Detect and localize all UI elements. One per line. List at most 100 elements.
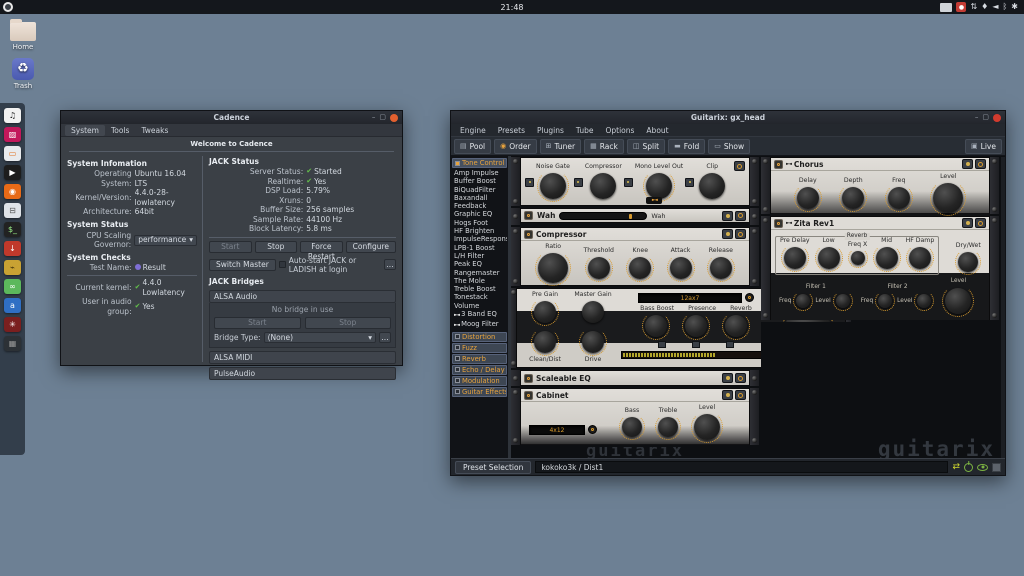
dock-icon-settings[interactable]: ⊟ [4, 203, 21, 218]
current-preset-field[interactable]: kokoko3k / Dist1 [535, 461, 948, 473]
jack-stop-button[interactable]: Stop [255, 241, 298, 253]
bridge-start-button[interactable]: Start [214, 317, 301, 329]
guitarix-titlebar[interactable]: Guitarix: gx_head – ▢ [451, 111, 1005, 124]
dock-icon-guitar-effects[interactable]: ⌁ [4, 260, 21, 275]
scaleable-eq-stereo-button[interactable] [735, 373, 746, 383]
reverb-knob[interactable] [725, 315, 747, 337]
clip-knob[interactable] [699, 173, 725, 199]
compressor-lock-button[interactable] [722, 229, 733, 239]
close-icon[interactable] [993, 114, 1001, 122]
zita-lock-button[interactable] [962, 218, 973, 228]
menu-options[interactable]: Options [599, 126, 640, 135]
autostart-checkbox[interactable] [279, 261, 286, 268]
cabinet-bass-knob[interactable] [622, 417, 642, 437]
autostart-more-button[interactable]: ... [384, 259, 396, 270]
chorus-freq-knob[interactable] [888, 187, 910, 209]
engine-power-icon[interactable] [964, 463, 973, 472]
cabinet-level-knob[interactable] [694, 414, 720, 440]
attack-knob[interactable] [670, 257, 692, 279]
jack-force-restart-button[interactable]: Force Restart [300, 241, 343, 253]
dock-icon-patchbay[interactable]: ∞ [4, 279, 21, 294]
chorus-depth-knob[interactable] [842, 187, 864, 209]
dock-icon-audio-app[interactable]: a [4, 298, 21, 313]
plugin-category-distortion[interactable]: Distortion [452, 332, 507, 342]
zita-dry-wet-knob[interactable] [958, 252, 978, 272]
pre-gain-knob[interactable] [534, 301, 556, 323]
clean-dist-knob[interactable] [534, 331, 556, 353]
menu-tools[interactable]: Tools [105, 125, 135, 136]
dock-icon-media-player[interactable]: ▶ [4, 165, 21, 180]
compressor-stereo-button[interactable] [735, 229, 746, 239]
menu-plugins[interactable]: Plugins [531, 126, 570, 135]
bridge-more-button[interactable]: ... [379, 332, 391, 343]
jack-start-button[interactable]: Start [209, 241, 252, 253]
minimize-icon[interactable]: – [372, 113, 376, 122]
show-rack-icon[interactable] [977, 464, 988, 471]
cabinet-treble-knob[interactable] [658, 417, 678, 437]
plugin-category-reverb[interactable]: Reverb [452, 354, 507, 364]
pool-button[interactable]: ▤Pool [454, 139, 491, 154]
compressor-power-icon[interactable] [524, 230, 533, 239]
tube-select-knob[interactable] [745, 293, 754, 302]
dock-icon-files[interactable]: ▭ [4, 146, 21, 161]
filter1-level-knob[interactable] [836, 294, 850, 308]
dock-icon-molecule-app[interactable]: ✳ [4, 317, 21, 332]
presence-knob[interactable] [685, 315, 707, 337]
zita-stereo-button[interactable] [975, 218, 986, 228]
dock-icon-music[interactable]: ♫ [4, 108, 21, 123]
cadence-titlebar[interactable]: Cadence – ▢ [61, 111, 402, 124]
drive-knob[interactable] [582, 331, 604, 353]
plugin-item[interactable]: BiQuadFilter [452, 186, 507, 194]
rack-button[interactable]: ▦Rack [584, 139, 624, 154]
dock-icon-photos[interactable]: ▨ [4, 127, 21, 142]
plugin-item[interactable]: Treble Boost [452, 285, 507, 293]
scaleable-eq-power-icon[interactable] [524, 374, 533, 383]
filter1-freq-knob[interactable] [796, 294, 810, 308]
zita-pre-delay-knob[interactable] [784, 247, 806, 269]
panel-clock[interactable]: 21:48 [0, 3, 1024, 12]
show-button[interactable]: ▭Show [708, 139, 750, 154]
cabinet-lock-button[interactable] [722, 390, 733, 400]
plugin-category-guitar-effects[interactable]: Guitar Effects [452, 387, 507, 397]
compressor-toggle[interactable] [574, 178, 583, 187]
plugin-item[interactable]: Buffer Boost [452, 177, 507, 185]
plugin-item[interactable]: Volume [452, 302, 507, 310]
close-icon[interactable] [390, 114, 398, 122]
plugin-item[interactable]: Baxandall [452, 194, 507, 202]
menu-tweaks[interactable]: Tweaks [135, 125, 174, 136]
plugin-item[interactable]: LPB-1 Boost [452, 244, 507, 252]
threshold-knob[interactable] [588, 257, 610, 279]
preset-selection-button[interactable]: Preset Selection [455, 461, 531, 474]
cabinet-power-icon[interactable] [524, 391, 533, 400]
chorus-power-icon[interactable] [774, 160, 783, 169]
zita-freq-x-knob[interactable] [851, 251, 865, 265]
menu-system[interactable]: System [65, 125, 105, 136]
dock-icon-amp[interactable]: ▦ [4, 336, 21, 351]
filter2-level-knob[interactable] [917, 294, 931, 308]
minimize-icon[interactable]: – [975, 113, 979, 122]
wah-slider[interactable] [559, 212, 647, 220]
chorus-lock-button[interactable] [962, 159, 973, 169]
desktop-icon-home[interactable]: Home [1, 22, 45, 51]
bass-boost-knob[interactable] [645, 315, 667, 337]
input-stereo-button[interactable] [734, 161, 745, 171]
plugin-item[interactable]: ImpulseResponse [452, 235, 507, 243]
chorus-delay-knob[interactable] [797, 187, 819, 209]
desktop-icon-trash[interactable]: ♻ Trash [1, 58, 45, 90]
filter2-freq-knob[interactable] [878, 294, 892, 308]
tuner-button[interactable]: ⊞Tuner [540, 139, 582, 154]
governor-select[interactable]: performance▾ [134, 235, 197, 246]
chorus-stereo-button[interactable] [975, 159, 986, 169]
split-button[interactable]: ◫Split [627, 139, 665, 154]
plugin-category-modulation[interactable]: Modulation [452, 376, 507, 386]
cabinet-select-knob[interactable] [588, 425, 597, 434]
plugin-item[interactable]: Graphic EQ [452, 210, 507, 218]
plugin-item[interactable]: Peak EQ [452, 260, 507, 268]
order-button[interactable]: ◉Order [494, 139, 536, 154]
scaleable-eq-lock-button[interactable] [722, 373, 733, 383]
menu-tube[interactable]: Tube [570, 126, 600, 135]
plugin-item[interactable]: L/H Filter [452, 252, 507, 260]
zita-power-icon[interactable] [774, 219, 783, 228]
zita-hf-damp-knob[interactable] [909, 247, 931, 269]
chorus-level-knob[interactable] [933, 183, 963, 213]
